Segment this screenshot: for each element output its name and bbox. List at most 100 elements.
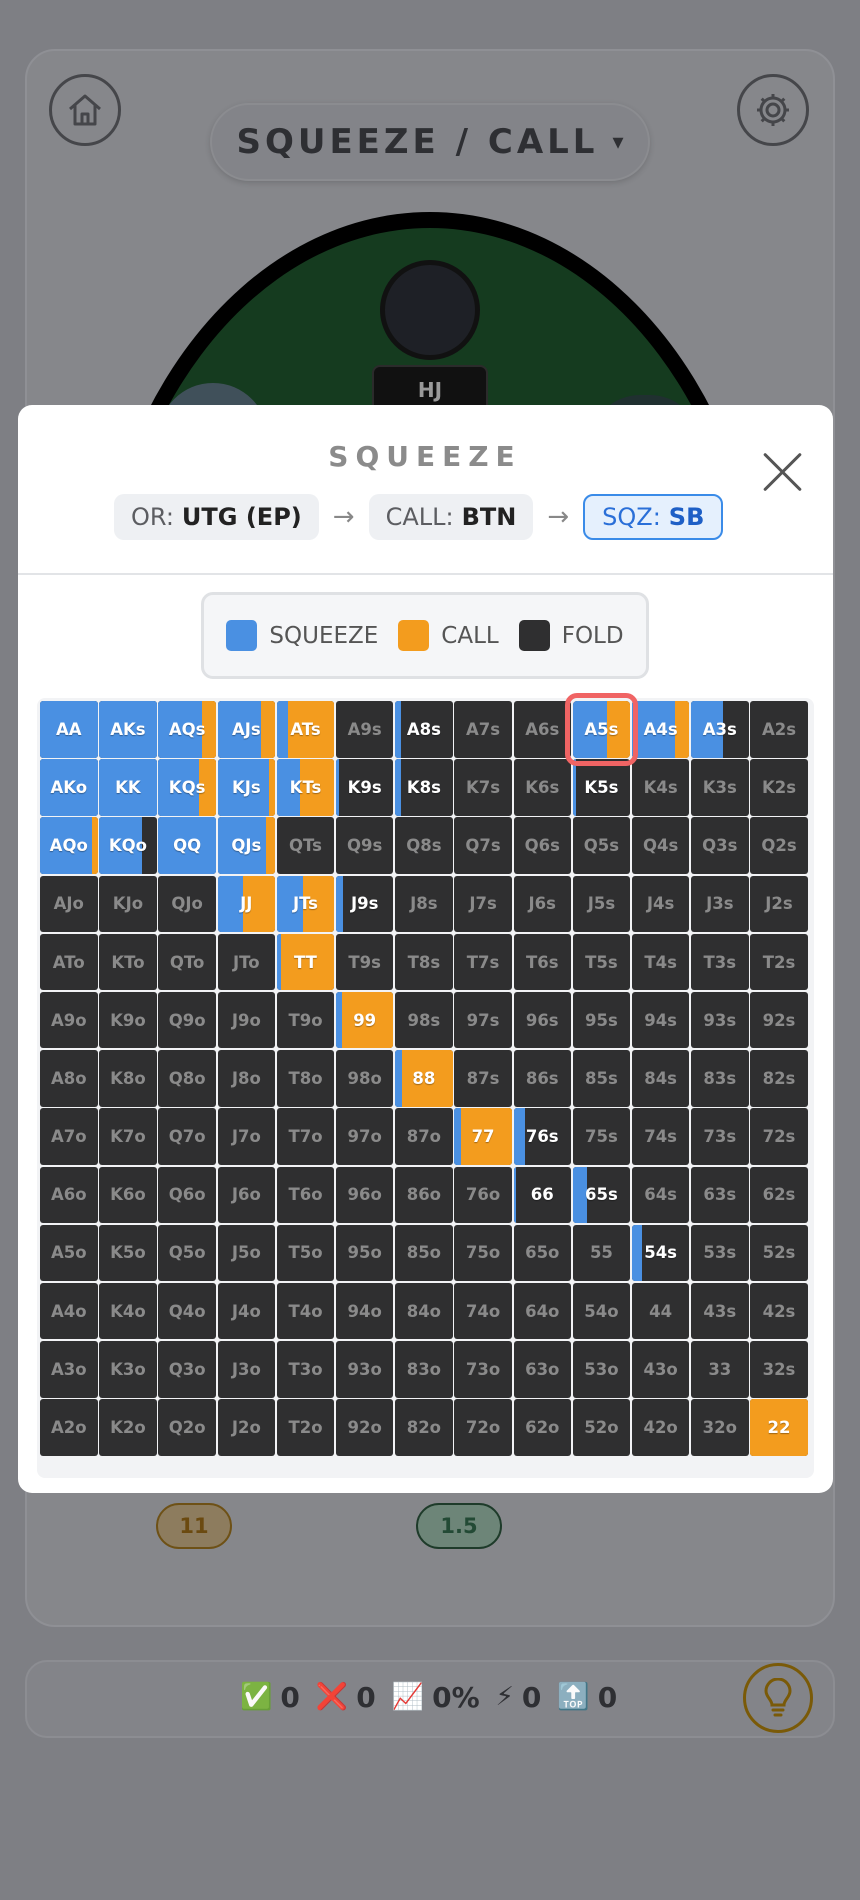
range-cell[interactable]: K6o [99, 1166, 157, 1223]
range-cell[interactable]: A4o [40, 1282, 98, 1340]
range-cell[interactable]: K6s [513, 759, 571, 816]
range-cell[interactable]: 72o [454, 1399, 512, 1456]
range-cell[interactable]: Q2s [750, 817, 808, 874]
range-cell[interactable]: 64s [631, 1166, 690, 1223]
range-cell[interactable]: 33 [691, 1341, 749, 1398]
home-button[interactable] [49, 74, 121, 146]
range-cell[interactable]: KQo [99, 817, 157, 874]
settings-button[interactable] [737, 74, 809, 146]
range-cell[interactable]: K4s [631, 759, 690, 816]
range-cell[interactable]: 97s [454, 991, 512, 1049]
range-cell[interactable]: AQs [158, 701, 216, 758]
range-cell[interactable]: 44 [631, 1282, 690, 1340]
range-cell[interactable]: Q5o [158, 1224, 216, 1282]
range-cell[interactable]: J7s [454, 875, 512, 933]
range-cell[interactable]: J2o [217, 1399, 276, 1456]
range-cell[interactable]: 75o [454, 1224, 512, 1282]
range-cell[interactable]: QTo [158, 933, 216, 991]
range-cell[interactable]: 54o [572, 1282, 631, 1340]
range-cell[interactable]: J8o [217, 1050, 276, 1107]
range-cell[interactable]: 43s [691, 1282, 749, 1340]
range-cell[interactable]: QJo [158, 875, 216, 933]
range-cell[interactable]: KQs [158, 759, 216, 816]
range-cell[interactable]: A2o [40, 1399, 98, 1456]
range-cell[interactable]: 62o [513, 1399, 571, 1456]
range-cell[interactable]: J3s [691, 875, 749, 933]
range-cell[interactable]: 99 [335, 991, 394, 1049]
range-cell[interactable]: 65o [513, 1224, 571, 1282]
range-cell[interactable]: Q8s [395, 817, 453, 874]
range-cell[interactable]: 93o [335, 1341, 394, 1398]
range-cell[interactable]: 42o [631, 1399, 690, 1456]
range-cell[interactable]: J6s [513, 875, 571, 933]
range-cell[interactable]: T9s [335, 933, 394, 991]
range-cell[interactable]: AQo [40, 817, 98, 874]
range-cell[interactable]: T6o [276, 1166, 335, 1223]
range-cell[interactable]: J6o [217, 1166, 276, 1223]
range-cell[interactable]: ATo [40, 933, 98, 991]
range-cell[interactable]: T6s [513, 933, 571, 991]
range-cell[interactable]: Q7o [158, 1108, 216, 1165]
range-cell[interactable]: 93s [691, 991, 749, 1049]
range-cell[interactable]: 94o [335, 1282, 394, 1340]
range-cell[interactable]: 84o [395, 1282, 453, 1340]
range-cell[interactable]: 95s [572, 991, 631, 1049]
range-cell[interactable]: 92s [750, 991, 808, 1049]
range-cell[interactable]: A9o [40, 991, 98, 1049]
range-cell[interactable]: J2s [750, 875, 808, 933]
range-cell[interactable]: J3o [217, 1341, 276, 1398]
range-cell[interactable]: A5s [564, 693, 639, 766]
range-cell[interactable]: AJo [40, 875, 98, 933]
range-cell[interactable]: 83s [691, 1050, 749, 1107]
range-cell[interactable]: 22 [750, 1399, 808, 1456]
range-cell[interactable]: A9s [335, 701, 394, 758]
range-cell[interactable]: QTs [276, 817, 335, 874]
range-cell[interactable]: 66 [513, 1166, 571, 1223]
range-cell[interactable]: A7o [40, 1108, 98, 1165]
range-cell[interactable]: K2o [99, 1399, 157, 1456]
range-cell[interactable]: T4s [631, 933, 690, 991]
range-cell[interactable]: 42s [750, 1282, 808, 1340]
close-icon[interactable] [758, 448, 808, 498]
range-cell[interactable]: T3o [276, 1341, 335, 1398]
range-cell[interactable]: AA [40, 701, 98, 758]
range-cell[interactable]: A3s [691, 701, 749, 758]
range-cell[interactable]: 63o [513, 1341, 571, 1398]
range-cell[interactable]: K5s [572, 759, 631, 816]
range-cell[interactable]: K7o [99, 1108, 157, 1165]
range-cell[interactable]: J5s [572, 875, 631, 933]
range-cell[interactable]: 32s [750, 1341, 808, 1398]
range-cell[interactable]: Q9s [335, 817, 394, 874]
range-cell[interactable]: 43o [631, 1341, 690, 1398]
range-cell[interactable]: J4s [631, 875, 690, 933]
range-cell[interactable]: Q8o [158, 1050, 216, 1107]
range-cell[interactable]: T5o [276, 1224, 335, 1282]
range-cell[interactable]: KK [99, 759, 157, 816]
range-cell[interactable]: 55 [572, 1224, 631, 1282]
range-cell[interactable]: T9o [276, 991, 335, 1049]
range-cell[interactable]: K3o [99, 1341, 157, 1398]
range-cell[interactable]: 94s [631, 991, 690, 1049]
range-cell[interactable]: 63s [691, 1166, 749, 1223]
range-cell[interactable]: 65s [572, 1166, 631, 1223]
range-cell[interactable]: 82s [750, 1050, 808, 1107]
range-cell[interactable]: 87s [454, 1050, 512, 1107]
range-cell[interactable]: 85o [395, 1224, 453, 1282]
range-cell[interactable]: K4o [99, 1282, 157, 1340]
range-cell[interactable]: QJs [217, 817, 276, 874]
range-cell[interactable]: Q4s [631, 817, 690, 874]
range-cell[interactable]: Q3o [158, 1341, 216, 1398]
range-cell[interactable]: A7s [454, 701, 512, 758]
range-cell[interactable]: J9s [335, 875, 394, 933]
range-cell[interactable]: 64o [513, 1282, 571, 1340]
range-cell[interactable]: 53o [572, 1341, 631, 1398]
range-cell[interactable]: A3o [40, 1341, 98, 1398]
range-cell[interactable]: 72s [750, 1108, 808, 1165]
range-cell[interactable]: ATs [276, 701, 335, 758]
mode-selector[interactable]: SQUEEZE / CALL ▾ [210, 103, 650, 181]
range-cell[interactable]: JJ [217, 875, 276, 933]
range-cell[interactable]: 53s [691, 1224, 749, 1282]
range-cell[interactable]: KJo [99, 875, 157, 933]
range-cell[interactable]: 88 [395, 1050, 453, 1107]
range-cell[interactable]: Q6o [158, 1166, 216, 1223]
